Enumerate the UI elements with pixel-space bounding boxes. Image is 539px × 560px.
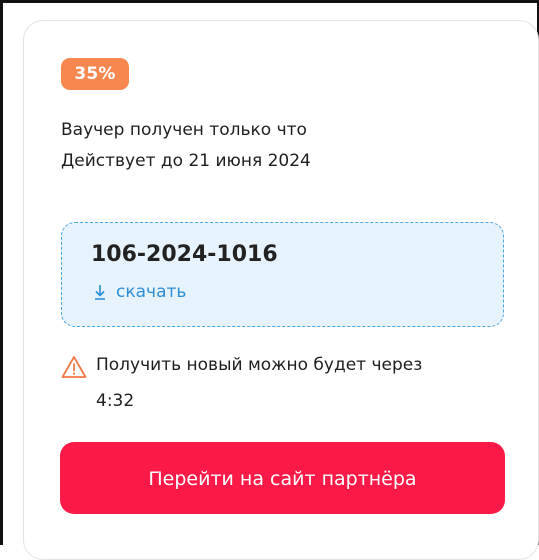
voucher-status-text: Ваучер получен только что [61, 120, 307, 140]
download-link-label: скачать [116, 282, 187, 302]
partner-site-button[interactable]: Перейти на сайт партнёра [60, 442, 505, 514]
cooldown-timer: 4:32 [96, 391, 135, 411]
discount-badge: 35% [61, 58, 129, 90]
warning-triangle-icon [61, 355, 87, 379]
voucher-code: 106-2024-1016 [91, 242, 278, 267]
download-icon [93, 283, 107, 301]
download-link[interactable]: скачать [93, 280, 186, 304]
cooldown-warning-text: Получить новый можно будет через [96, 355, 423, 375]
voucher-code-box [61, 222, 504, 327]
voucher-valid-until: Действует до 21 июня 2024 [61, 151, 311, 171]
